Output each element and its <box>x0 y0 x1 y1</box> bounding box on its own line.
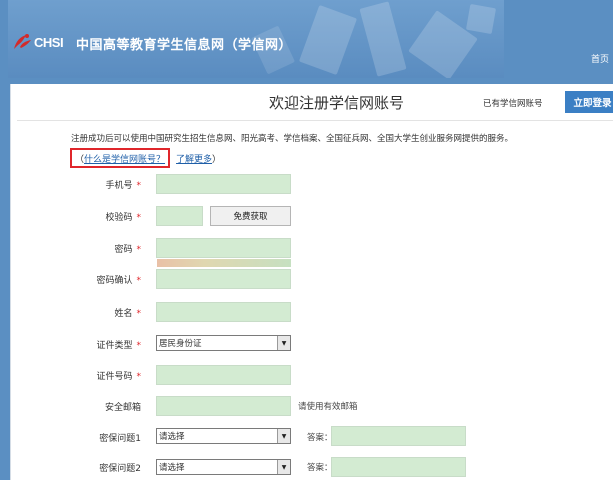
phone-label: 手机号 * <box>105 181 142 191</box>
required-mark: * <box>136 213 142 223</box>
question1-value: 请选择 <box>159 432 185 442</box>
question1-label: 密保问题1 <box>99 434 141 444</box>
email-hint: 请使用有效邮箱 <box>298 402 358 412</box>
logo-text: CHSI <box>34 34 64 50</box>
id-type-select[interactable]: 居民身份证 ▼ <box>156 335 291 351</box>
answer2-input[interactable] <box>331 457 466 477</box>
password-strength-bar <box>157 259 291 267</box>
email-label: 安全邮箱 <box>104 403 141 413</box>
chevron-down-icon[interactable]: ▼ <box>277 429 290 443</box>
password-input[interactable] <box>156 238 291 258</box>
has-account-text: 已有学信网账号 <box>483 99 543 109</box>
id-number-input[interactable] <box>156 365 291 385</box>
question2-value: 请选择 <box>159 463 185 473</box>
code-label: 校验码 * <box>105 213 142 223</box>
required-mark: * <box>136 341 142 351</box>
required-mark: * <box>136 276 142 286</box>
home-link[interactable]: 首页 <box>591 52 609 65</box>
chsi-logo[interactable]: CHSI <box>12 30 64 54</box>
register-panel: 欢迎注册学信网账号 已有学信网账号 立即登录 注册成功后可以使用中国研究生招生信… <box>10 84 613 480</box>
password-label: 密码 * <box>114 245 142 255</box>
chsi-logo-icon <box>12 33 32 51</box>
what-is-account-link[interactable]: 什么是学信网账号？ <box>84 152 165 165</box>
answer1-input[interactable] <box>331 426 466 446</box>
highlight-box: （ 什么是学信网账号？ <box>70 148 171 168</box>
notice-links: （ 什么是学信网账号？ 了解更多 ） <box>69 148 221 168</box>
required-mark: * <box>136 309 142 319</box>
email-input[interactable] <box>156 396 291 416</box>
code-input[interactable] <box>156 206 203 226</box>
password-confirm-label: 密码确认 * <box>96 276 142 286</box>
id-number-label: 证件号码 * <box>96 372 142 382</box>
id-type-value: 居民身份证 <box>159 339 202 349</box>
close-paren: ） <box>212 154 222 165</box>
question1-select[interactable]: 请选择 ▼ <box>156 428 291 444</box>
login-button[interactable]: 立即登录 <box>565 91 613 113</box>
required-mark: * <box>136 181 142 191</box>
required-mark: * <box>136 245 142 255</box>
name-label: 姓名 * <box>114 309 142 319</box>
id-type-label: 证件类型 * <box>96 341 142 351</box>
learn-more-link[interactable]: 了解更多 <box>176 152 212 165</box>
answer1-label: 答案： <box>307 433 333 443</box>
question2-select[interactable]: 请选择 ▼ <box>156 459 291 475</box>
get-code-button[interactable]: 免费获取 <box>210 206 291 226</box>
password-confirm-input[interactable] <box>156 269 291 289</box>
site-title: 中国高等教育学生信息网（学信网） <box>76 38 293 53</box>
phone-input[interactable] <box>156 174 291 194</box>
question2-label: 密保问题2 <box>99 464 141 474</box>
page-title: 欢迎注册学信网账号 <box>269 94 405 112</box>
required-mark: * <box>136 372 142 382</box>
chevron-down-icon[interactable]: ▼ <box>277 460 290 474</box>
name-input[interactable] <box>156 302 291 322</box>
site-header: CHSI 中国高等教育学生信息网（学信网） 首页 <box>0 0 613 78</box>
service-notice: 注册成功后可以使用中国研究生招生信息网、阳光高考、学信档案、全国征兵网、全国大学… <box>71 134 514 144</box>
chevron-down-icon[interactable]: ▼ <box>277 336 290 350</box>
answer2-label: 答案： <box>307 463 333 473</box>
divider <box>17 120 613 121</box>
open-paren: （ <box>75 154 85 165</box>
